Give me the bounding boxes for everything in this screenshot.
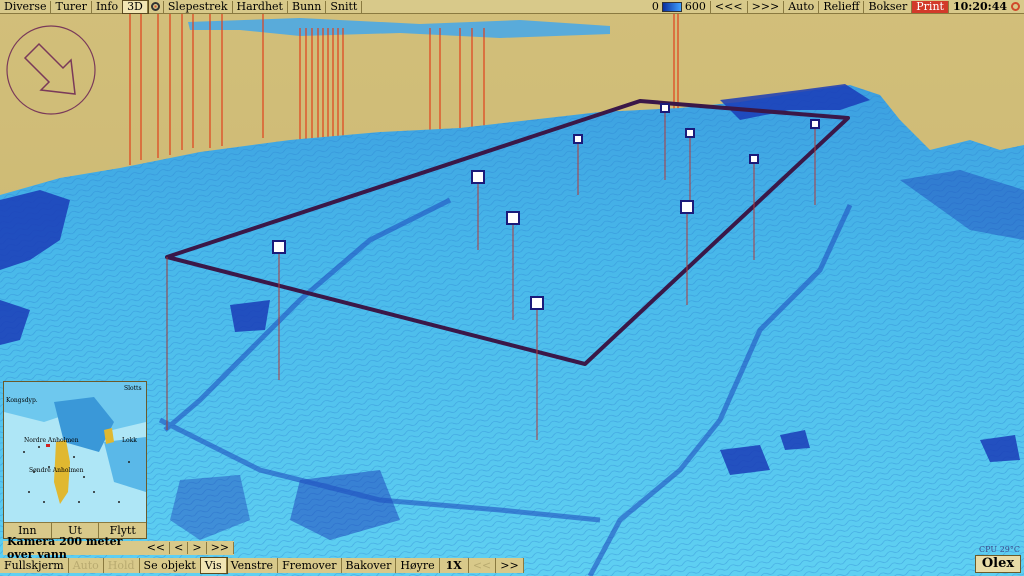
speed-down-button[interactable]: << [469, 558, 497, 573]
menu-diverse[interactable]: Diverse [0, 0, 52, 13]
bottom-toolbar: Fullskjerm Auto Hold Se objekt Vis Venst… [0, 557, 524, 574]
view-object-button[interactable]: Se objekt [140, 558, 201, 573]
camera-fast-forward-button[interactable]: >> [207, 542, 234, 554]
menu-turer[interactable]: Turer [51, 0, 92, 13]
camera-fast-back-button[interactable]: << [143, 542, 171, 554]
clock: 10:20:44 [952, 0, 1007, 13]
waypoint-marker[interactable] [685, 128, 695, 138]
move-forward-button[interactable]: Fremover [278, 558, 342, 573]
menu-info[interactable]: Info [92, 0, 124, 13]
auto-mode-button[interactable]: Auto [69, 558, 104, 573]
nav-back-button[interactable]: <<< [711, 0, 748, 13]
bokser-button[interactable]: Bokser [864, 0, 913, 13]
rotate-left-button[interactable]: Venstre [227, 558, 279, 573]
menu-bunn[interactable]: Bunn [288, 0, 327, 13]
top-toolbar: Diverse Turer Info 3D Slepestrek Hardhet… [0, 0, 1024, 14]
waypoint-marker[interactable] [810, 119, 820, 129]
nav-forward-button[interactable]: >>> [748, 0, 785, 13]
waypoint-marker[interactable] [471, 170, 485, 184]
depth-color-bar [661, 1, 682, 12]
cpu-temperature: CPU 29°C [979, 545, 1020, 554]
camera-forward-button[interactable]: > [188, 542, 207, 554]
rotate-right-button[interactable]: Høyre [396, 558, 440, 573]
sun-icon [1011, 2, 1020, 11]
menu-slepestrek[interactable]: Slepestrek [164, 0, 233, 13]
waypoint-marker[interactable] [660, 103, 670, 113]
speed-up-button[interactable]: >> [496, 558, 524, 573]
direction-arrow-icon[interactable] [5, 24, 97, 116]
camera-control: Kamera 200 meter over vann << < > >> [3, 535, 234, 561]
map-label: Søndre Anholmen [29, 467, 84, 474]
hold-button[interactable]: Hold [104, 558, 140, 573]
target-icon [150, 2, 160, 11]
depth-scale[interactable]: 0 600 [648, 0, 711, 13]
waypoint-marker[interactable] [530, 296, 544, 310]
show-button[interactable]: Vis [199, 557, 228, 574]
map-label: Kongsdyp. [6, 397, 38, 404]
scale-min: 0 [651, 0, 659, 13]
scale-max: 600 [684, 0, 706, 13]
move-backward-button[interactable]: Bakover [342, 558, 397, 573]
target-button[interactable] [148, 0, 164, 13]
print-button[interactable]: Print [912, 0, 949, 13]
waypoint-marker[interactable] [680, 200, 694, 214]
map-label: Lokk [122, 437, 137, 444]
waypoint-marker[interactable] [506, 211, 520, 225]
map-label: Nordre Anholmen [24, 437, 79, 444]
menu-3d[interactable]: 3D [122, 0, 149, 14]
waypoint-marker[interactable] [272, 240, 286, 254]
menu-snitt[interactable]: Snitt [326, 0, 363, 13]
menu-hardhet[interactable]: Hardhet [233, 0, 288, 13]
bathymetry-3d-view[interactable] [0, 0, 1024, 576]
waypoint-marker[interactable] [573, 134, 583, 144]
speed-label[interactable]: 1X [440, 558, 469, 573]
camera-back-button[interactable]: < [170, 542, 189, 554]
waypoint-marker[interactable] [749, 154, 759, 164]
map-label: Slotts [124, 385, 142, 392]
relieff-button[interactable]: Relieff [819, 0, 865, 13]
auto-button[interactable]: Auto [784, 0, 820, 13]
overview-map[interactable]: Nordre Anholmen Søndre Anholmen Lokk Slo… [3, 381, 147, 539]
brand-button[interactable]: Olex [975, 555, 1021, 573]
fullscreen-button[interactable]: Fullskjerm [0, 558, 69, 573]
overview-map-canvas[interactable]: Nordre Anholmen Søndre Anholmen Lokk Slo… [4, 382, 146, 522]
